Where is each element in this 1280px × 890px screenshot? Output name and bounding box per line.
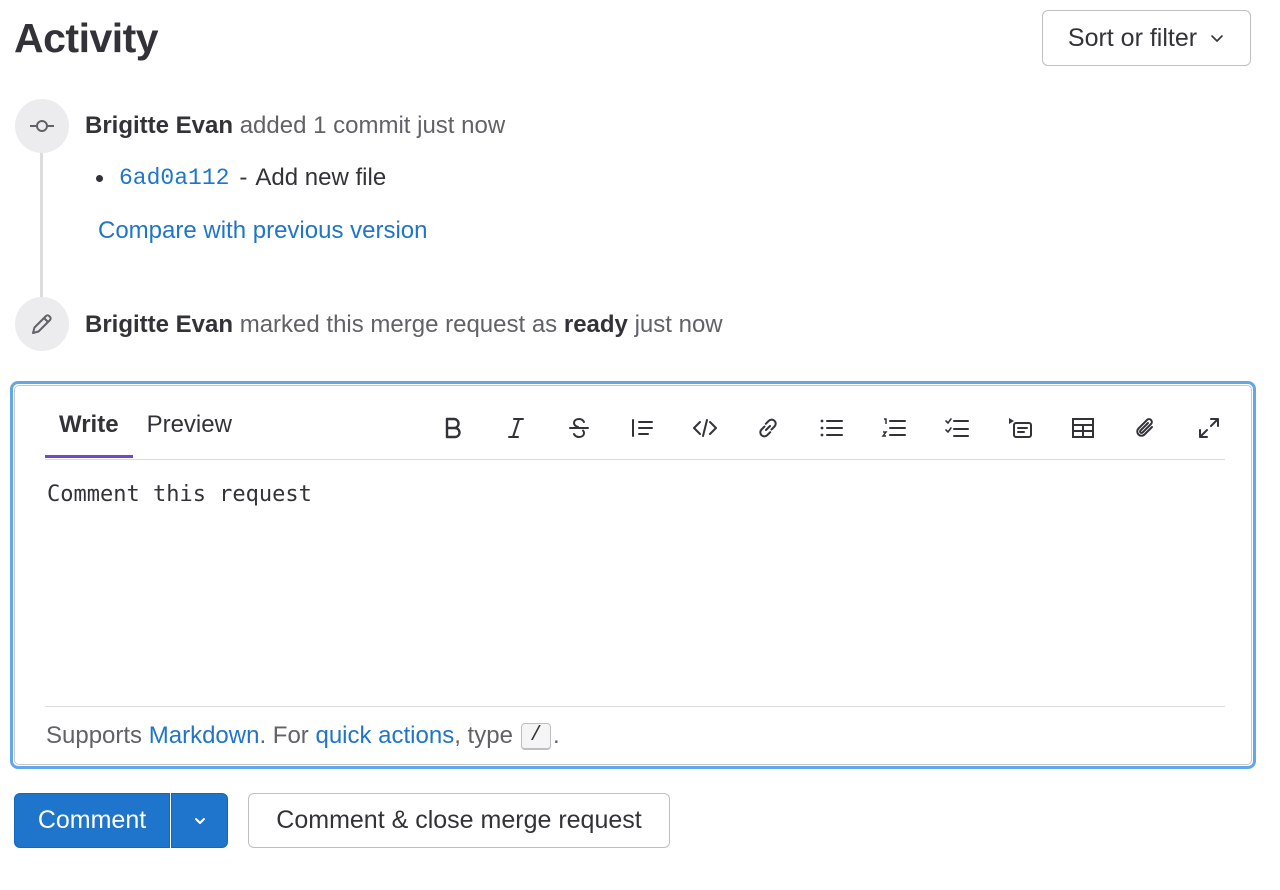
table-button[interactable]: [1051, 406, 1114, 450]
commit-icon-badge: [15, 99, 69, 153]
collapsible-section-button[interactable]: [988, 406, 1051, 450]
footer-type-text: , type: [454, 722, 513, 749]
italic-button[interactable]: [484, 406, 547, 450]
italic-icon: [507, 418, 524, 438]
pencil-icon: [32, 314, 52, 334]
event-action-before: marked this merge request as: [239, 311, 558, 338]
numbered-list-button[interactable]: [862, 406, 925, 450]
quick-actions-link[interactable]: quick actions: [315, 721, 454, 751]
editor-inner-border: Write Preview Comment this request Suppo…: [14, 385, 1252, 765]
footer-supports-text: Supports: [46, 722, 143, 749]
chevron-down-icon: [194, 817, 205, 824]
quote-icon: [631, 419, 653, 437]
editor-footer: Supports Markdown. For quick actions, ty…: [46, 721, 560, 751]
link-button[interactable]: [736, 406, 799, 450]
attach-file-icon: [1135, 418, 1153, 437]
commit-message: Add new file: [255, 164, 387, 191]
markdown-link[interactable]: Markdown: [149, 721, 260, 751]
fullscreen-icon: [1198, 418, 1219, 438]
task-list-icon: [944, 418, 969, 437]
bold-icon: [445, 417, 461, 439]
link-icon: [758, 418, 777, 438]
footer-end-text: .: [552, 722, 560, 749]
quote-button[interactable]: [610, 406, 673, 450]
event-action: added 1 commit just now: [239, 112, 506, 139]
numbered-list-icon: [881, 418, 906, 437]
comment-editor: Write Preview Comment this request Suppo…: [10, 381, 1256, 769]
editor-tabs: Write Preview: [45, 408, 246, 458]
event-author[interactable]: Brigitte Evan: [85, 311, 233, 338]
code-button[interactable]: [673, 406, 736, 450]
commit-icon: [30, 120, 54, 132]
bullet: [96, 174, 103, 182]
collapsible-section-icon: [1008, 418, 1032, 438]
comment-textarea[interactable]: Comment this request: [47, 480, 1217, 690]
tabs-divider: [45, 459, 1225, 460]
comment-dropdown-toggle[interactable]: [171, 793, 228, 848]
sort-or-filter-button[interactable]: Sort or filter: [1042, 10, 1251, 66]
slash-kbd: /: [520, 722, 551, 750]
fullscreen-button[interactable]: [1177, 406, 1240, 450]
tab-preview[interactable]: Preview: [133, 408, 246, 458]
commit-sha-link[interactable]: 6ad0a112: [119, 163, 229, 193]
commit-list-item: 6ad0a112 - Add new file: [96, 163, 386, 193]
tab-write[interactable]: Write: [45, 408, 133, 458]
event-action-strong: ready: [563, 311, 628, 338]
event-commit-added: Brigitte Evan added 1 commit just now: [85, 111, 505, 141]
bold-button[interactable]: [421, 406, 484, 450]
strikethrough-icon: [568, 417, 589, 439]
commit-separator: -: [239, 164, 248, 191]
chevron-down-icon: [1211, 35, 1223, 42]
compare-previous-version-link[interactable]: Compare with previous version: [98, 216, 427, 246]
comment-button[interactable]: Comment: [14, 793, 170, 848]
sort-or-filter-label: Sort or filter: [1067, 23, 1198, 52]
editor-footer-divider: [45, 706, 1225, 707]
editor-toolbar: [421, 406, 1240, 450]
footer-for-text: . For: [259, 722, 309, 749]
page-title: Activity: [14, 15, 159, 61]
bulleted-list-icon: [820, 419, 843, 437]
table-icon: [1071, 418, 1094, 438]
bulleted-list-button[interactable]: [799, 406, 862, 450]
task-list-button[interactable]: [925, 406, 988, 450]
pencil-icon-badge: [15, 297, 69, 351]
attach-file-button[interactable]: [1114, 406, 1177, 450]
code-icon: [692, 419, 717, 437]
timeline-line: [40, 150, 43, 300]
strikethrough-button[interactable]: [547, 406, 610, 450]
event-action-after: just now: [634, 311, 723, 338]
comment-and-close-button[interactable]: Comment & close merge request: [248, 793, 670, 848]
event-marked-ready: Brigitte Evan marked this merge request …: [85, 310, 723, 340]
event-author[interactable]: Brigitte Evan: [85, 112, 233, 139]
